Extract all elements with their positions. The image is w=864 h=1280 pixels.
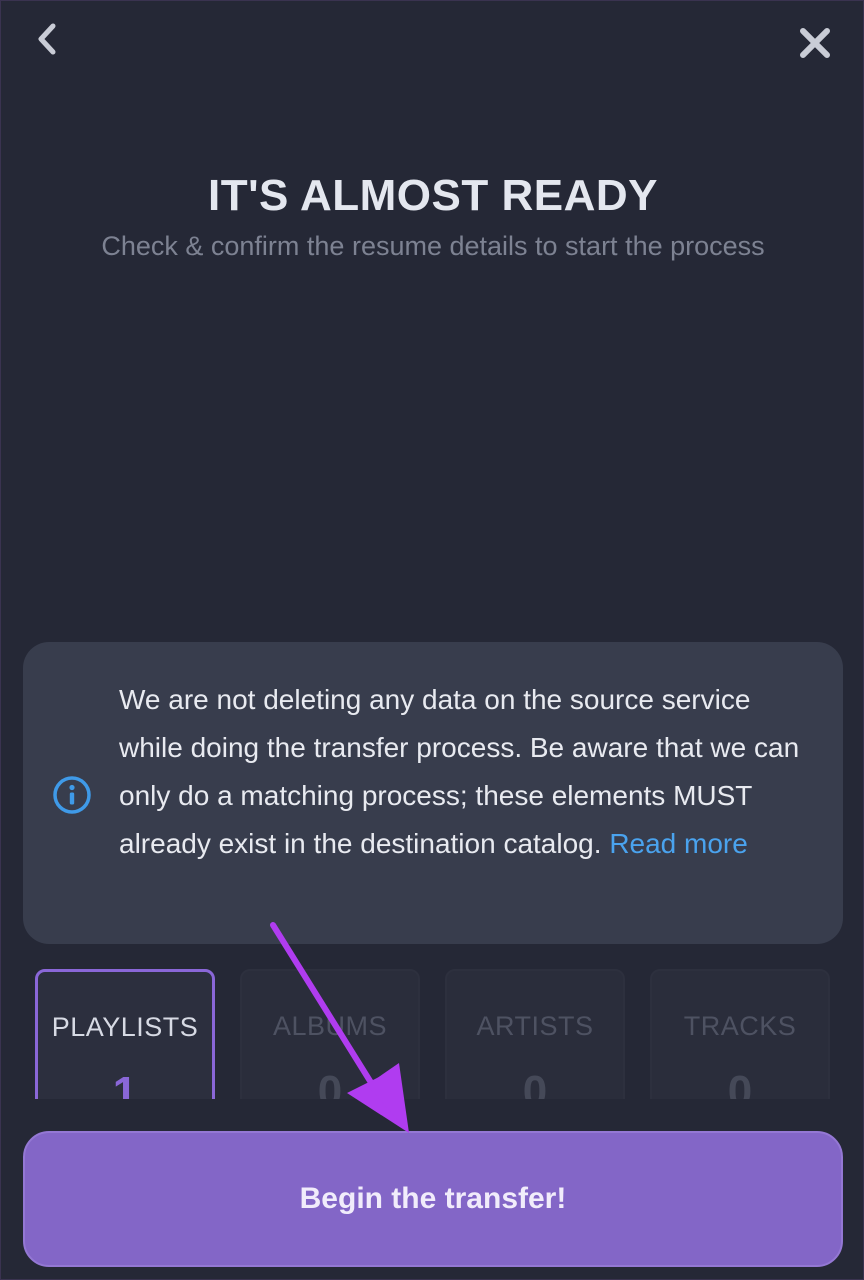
begin-transfer-label: Begin the transfer!	[299, 1182, 567, 1215]
stat-label: TRACKS	[683, 1011, 797, 1041]
back-button[interactable]	[27, 19, 67, 59]
stat-value: 0	[727, 1067, 753, 1099]
read-more-link[interactable]: Read more	[609, 828, 748, 859]
stat-card-artists[interactable]: ARTISTS 0	[445, 969, 625, 1099]
page-title: IT'S ALMOST READY	[207, 171, 658, 220]
info-notice: We are not deleting any data on the sour…	[23, 642, 843, 944]
notice-text: We are not deleting any data on the sour…	[119, 676, 809, 868]
transfer-stats: PLAYLISTS 1 ALBUMS 0 ARTISTS 0 TRACKS 0	[35, 969, 831, 1099]
stat-card-playlists[interactable]: PLAYLISTS 1	[35, 969, 215, 1099]
close-button[interactable]	[793, 21, 837, 65]
begin-transfer-button[interactable]: Begin the transfer!	[23, 1131, 843, 1267]
stat-value: 0	[522, 1067, 548, 1099]
stat-label: ALBUMS	[272, 1011, 388, 1041]
chevron-left-icon	[38, 23, 56, 55]
transfer-confirm-screen: IT'S ALMOST READY Check & confirm the re…	[0, 0, 864, 1280]
stat-value: 1	[112, 1068, 138, 1099]
stat-card-albums[interactable]: ALBUMS 0	[240, 969, 420, 1099]
stat-card-tracks[interactable]: TRACKS 0	[650, 969, 830, 1099]
stat-label: ARTISTS	[476, 1011, 594, 1041]
page-subtitle: Check & confirm the resume details to st…	[101, 231, 765, 261]
stat-value: 0	[317, 1067, 343, 1099]
stat-label: PLAYLISTS	[51, 1012, 199, 1042]
close-icon	[800, 28, 830, 58]
info-icon	[53, 776, 91, 814]
